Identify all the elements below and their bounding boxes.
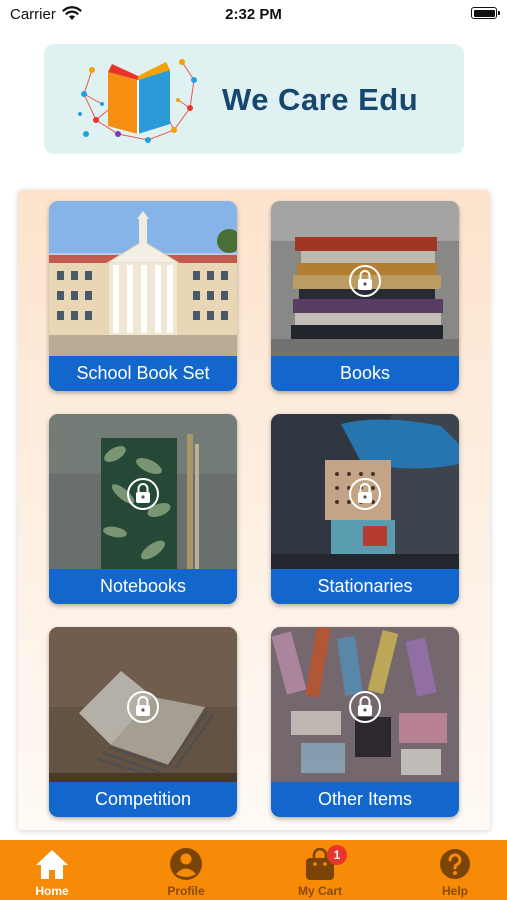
brand-banner: We Care Edu	[44, 44, 464, 154]
lock-icon	[349, 265, 381, 297]
tab-profile[interactable]: Profile	[136, 840, 236, 900]
lock-icon	[127, 691, 159, 723]
tab-home[interactable]: Home	[2, 840, 102, 900]
tab-my-cart[interactable]: 1 My Cart	[270, 840, 370, 900]
category-tile-stationaries[interactable]: Stationaries	[271, 414, 459, 604]
school-building-image	[49, 201, 237, 356]
category-label: Notebooks	[49, 569, 237, 604]
clock: 2:32 PM	[225, 6, 282, 23]
tab-label: My Cart	[297, 884, 342, 898]
category-tile-books[interactable]: Books	[271, 201, 459, 391]
category-grid: School Book Set Books Notebooks Stationa…	[18, 190, 490, 830]
tab-label: Help	[441, 884, 468, 898]
category-label: Books	[271, 356, 459, 391]
bottom-tab-bar: Home Profile 1 My Cart Help	[0, 840, 507, 900]
category-label: Competition	[49, 782, 237, 817]
lock-icon	[349, 478, 381, 510]
category-tile-school-book-set[interactable]: School Book Set	[49, 201, 237, 391]
cart-count-badge: 1	[327, 845, 347, 865]
category-label: Other Items	[271, 782, 459, 817]
brand-name: We Care Edu	[222, 82, 419, 117]
tab-help[interactable]: Help	[405, 840, 505, 900]
tab-label: Profile	[167, 884, 205, 898]
category-label: School Book Set	[49, 356, 237, 391]
help-icon	[440, 849, 470, 879]
status-bar: Carrier 2:32 PM	[0, 0, 507, 28]
home-icon	[36, 850, 68, 879]
book-logo-icon	[78, 59, 197, 143]
person-icon	[170, 848, 202, 880]
category-tile-competition[interactable]: Competition	[49, 627, 237, 817]
category-tile-notebooks[interactable]: Notebooks	[49, 414, 237, 604]
lock-icon	[349, 691, 381, 723]
category-label: Stationaries	[271, 569, 459, 604]
lock-icon	[127, 478, 159, 510]
category-tile-other-items[interactable]: Other Items	[271, 627, 459, 817]
battery-icon	[471, 7, 500, 19]
tab-label: Home	[35, 884, 69, 898]
